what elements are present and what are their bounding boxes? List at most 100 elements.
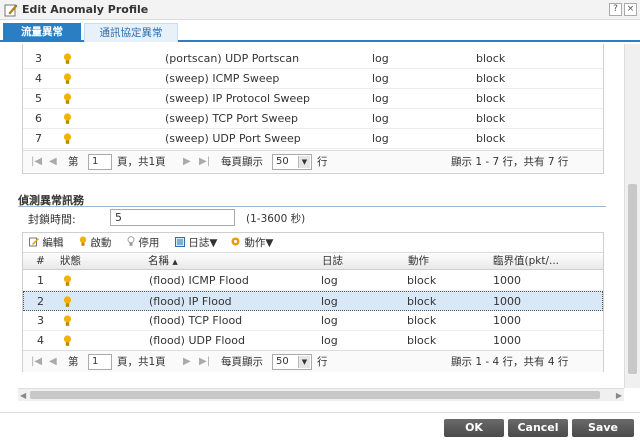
row-number: 6 — [35, 112, 42, 125]
header-name-label: 名稱 — [148, 255, 169, 267]
table-row[interactable]: 7 (sweep) UDP Port Sweep log block — [23, 129, 603, 149]
row-action: block — [476, 72, 506, 85]
first-page-icon[interactable]: |◀ — [31, 351, 42, 373]
header-name[interactable]: 名稱 ▲ — [147, 253, 178, 271]
row-log: log — [321, 314, 338, 327]
lightbulb-off-icon — [127, 236, 135, 246]
table-header: # 狀態 名稱 ▲ 日誌 動作 臨界值(pkt/... — [23, 253, 603, 270]
next-page-icon[interactable]: ▶ — [183, 351, 191, 373]
page-number-input[interactable]: 1 — [88, 154, 112, 170]
dialog-footer: OK Cancel Save — [0, 412, 640, 442]
row-number: 3 — [37, 314, 44, 327]
row-summary: 顯示 1 - 7 行，共有 7 行 — [451, 156, 569, 168]
table-toolbar: 編輯 啟動 停用 日誌▼ 動作▼ — [23, 233, 603, 253]
table-row[interactable]: 4 (flood) UDP Flood log block 1000 — [23, 331, 603, 351]
block-period-label: 封鎖時間: — [28, 213, 76, 226]
lightbulb-icon — [63, 335, 72, 346]
per-page-select[interactable]: 50 ▼ — [272, 354, 312, 370]
chevron-down-icon: ▼ — [298, 156, 310, 168]
row-threshold: 1000 — [493, 295, 521, 308]
scan-detection-table: 3 (portscan) UDP Portscan log block 4 (s… — [22, 44, 604, 174]
row-log: log — [321, 295, 338, 308]
per-page-unit: 行 — [317, 356, 328, 368]
per-page-value: 50 — [276, 156, 289, 167]
edit-button[interactable]: 編輯 — [29, 233, 63, 253]
tab-protocol-anomaly[interactable]: 通訊協定異常 — [84, 23, 178, 42]
row-number: 4 — [37, 334, 44, 347]
tab-traffic-anomaly[interactable]: 流量異常 — [3, 23, 81, 42]
action-menu-button[interactable]: 動作▼ — [230, 233, 273, 253]
chevron-down-icon: ▼ — [209, 237, 218, 249]
lightbulb-icon — [63, 315, 72, 326]
chevron-down-icon: ▼ — [298, 356, 310, 368]
table-row-selected[interactable]: 2 (flood) IP Flood log block 1000 — [23, 291, 603, 311]
row-threshold: 1000 — [493, 314, 521, 327]
per-page-label: 每頁顯示 — [221, 356, 263, 368]
row-name: (sweep) TCP Port Sweep — [165, 112, 299, 125]
row-number: 3 — [35, 52, 42, 65]
next-page-icon[interactable]: ▶ — [183, 151, 191, 173]
lightbulb-icon — [79, 236, 87, 246]
row-number: 1 — [37, 274, 44, 287]
prev-page-icon[interactable]: ◀ — [49, 151, 57, 173]
row-action: block — [476, 52, 506, 65]
cancel-button[interactable]: Cancel — [508, 419, 568, 437]
first-page-icon[interactable]: |◀ — [31, 151, 42, 173]
prev-page-icon[interactable]: ◀ — [49, 351, 57, 373]
edit-pencil-icon — [4, 4, 18, 17]
header-action[interactable]: 動作 — [407, 253, 429, 270]
chevron-down-icon: ▼ — [265, 237, 274, 249]
table-row[interactable]: 1 (flood) ICMP Flood log block 1000 — [23, 271, 603, 291]
table-row[interactable]: 3 (portscan) UDP Portscan log block — [23, 49, 603, 69]
scrollbar-thumb[interactable] — [628, 184, 637, 374]
header-log[interactable]: 日誌 — [321, 253, 343, 270]
section-divider — [18, 206, 606, 207]
row-summary: 顯示 1 - 4 行，共有 4 行 — [451, 356, 569, 368]
lightbulb-icon — [63, 133, 72, 144]
save-button[interactable]: Save — [572, 419, 634, 437]
activate-button[interactable]: 啟動 — [79, 233, 111, 253]
horizontal-scrollbar[interactable]: ◀ ▶ — [18, 388, 624, 401]
page-number-input[interactable]: 1 — [88, 354, 112, 370]
header-status[interactable]: 狀態 — [59, 253, 81, 270]
header-number[interactable]: # — [35, 253, 45, 270]
per-page-unit: 行 — [317, 156, 328, 168]
block-period-input[interactable]: 5 — [110, 209, 235, 226]
header-threshold[interactable]: 臨界值(pkt/... — [492, 253, 602, 270]
help-button[interactable]: ? — [609, 3, 622, 16]
sort-ascending-icon: ▲ — [172, 258, 178, 266]
vertical-scrollbar[interactable] — [624, 44, 640, 388]
table-row[interactable]: 5 (sweep) IP Protocol Sweep log block — [23, 89, 603, 109]
deactivate-button[interactable]: 停用 — [127, 233, 159, 253]
row-name: (sweep) UDP Port Sweep — [165, 132, 301, 145]
title-bar: Edit Anomaly Profile ? × — [0, 0, 640, 20]
pagination-bar: |◀ ◀ 第 1 頁，共1頁 ▶ ▶| 每頁顯示 50 ▼ 行 顯示 1 - 4 … — [23, 350, 603, 372]
row-number: 2 — [37, 295, 44, 308]
log-menu-button[interactable]: 日誌▼ — [175, 233, 217, 253]
table-row[interactable]: 3 (flood) TCP Flood log block 1000 — [23, 311, 603, 331]
table-row[interactable]: 6 (sweep) TCP Port Sweep log block — [23, 109, 603, 129]
row-action: block — [476, 112, 506, 125]
last-page-icon[interactable]: ▶| — [199, 351, 210, 373]
per-page-select[interactable]: 50 ▼ — [272, 154, 312, 170]
row-log: log — [372, 92, 389, 105]
last-page-icon[interactable]: ▶| — [199, 151, 210, 173]
lightbulb-icon — [63, 275, 72, 286]
gear-icon — [231, 237, 240, 246]
row-number: 7 — [35, 132, 42, 145]
scroll-right-icon[interactable]: ▶ — [616, 391, 622, 400]
ok-button[interactable]: OK — [444, 419, 504, 437]
close-button[interactable]: × — [624, 3, 637, 16]
action-menu-label: 動作 — [244, 237, 266, 249]
log-menu-label: 日誌 — [188, 237, 210, 249]
row-name: (flood) ICMP Flood — [149, 274, 249, 287]
pagination-bar: |◀ ◀ 第 1 頁，共1頁 ▶ ▶| 每頁顯示 50 ▼ 行 顯示 1 - 7 … — [23, 150, 603, 172]
row-log: log — [321, 274, 338, 287]
scroll-left-icon[interactable]: ◀ — [20, 391, 26, 400]
scrollbar-thumb[interactable] — [30, 391, 600, 399]
page-total: 頁，共1頁 — [117, 156, 166, 168]
tab-bar: 流量異常 通訊協定異常 — [0, 21, 640, 42]
row-name: (flood) IP Flood — [149, 295, 232, 308]
deactivate-label: 停用 — [138, 237, 160, 249]
table-row[interactable]: 4 (sweep) ICMP Sweep log block — [23, 69, 603, 89]
